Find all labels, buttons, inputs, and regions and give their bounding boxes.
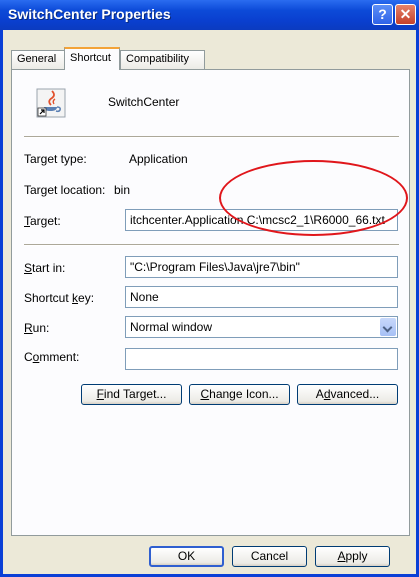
window-title: SwitchCenter Properties — [8, 6, 171, 22]
target-type-label: Target type: — [24, 152, 87, 166]
properties-window: SwitchCenter Properties ? ✕ General Shor… — [0, 0, 419, 577]
tab-general-label: General — [17, 53, 57, 65]
ok-button[interactable]: OK — [149, 546, 224, 567]
red-annotation-circle — [219, 160, 408, 236]
run-select[interactable]: Normal window — [125, 316, 398, 338]
help-button[interactable]: ? — [372, 4, 393, 25]
target-location-label: Target location: — [24, 183, 106, 197]
start-in-field-text: "C:\Program Files\Java\jre7\bin" — [130, 260, 300, 274]
shortcut-key-field[interactable]: None — [125, 286, 398, 308]
run-select-value: Normal window — [130, 320, 213, 334]
shortcut-key-field-text: None — [130, 290, 159, 304]
run-label: Run: — [24, 321, 50, 335]
divider — [24, 136, 399, 138]
change-icon-button[interactable]: Change Icon... — [189, 384, 290, 405]
find-target-button[interactable]: Find Target... — [81, 384, 182, 405]
comment-field[interactable] — [125, 348, 398, 370]
advanced-button[interactable]: Advanced... — [297, 384, 398, 405]
help-icon: ? — [378, 6, 387, 22]
apply-button[interactable]: Apply — [315, 546, 390, 567]
tab-compatibility[interactable]: Compatibility — [120, 50, 205, 69]
tab-shortcut[interactable]: Shortcut — [64, 47, 120, 70]
shortcut-panel: SwitchCenter Target type: Application Ta… — [11, 69, 410, 536]
tab-compatibility-label: Compatibility — [126, 53, 189, 65]
target-type-value: Application — [129, 152, 188, 166]
app-name: SwitchCenter — [108, 95, 180, 109]
tab-general[interactable]: General — [11, 50, 65, 69]
comment-label: Comment: — [24, 350, 80, 364]
divider — [24, 244, 399, 246]
target-label: Target: — [24, 214, 61, 228]
close-button[interactable]: ✕ — [395, 4, 416, 25]
cancel-button[interactable]: Cancel — [232, 546, 307, 567]
dialog-body: General Shortcut Compatibility SwitchCen… — [3, 30, 416, 574]
ok-label: OK — [177, 549, 196, 563]
target-location-value: bin — [114, 183, 131, 197]
tab-shortcut-label: Shortcut — [70, 52, 111, 64]
chevron-down-icon[interactable] — [380, 318, 396, 336]
start-in-label: Start in: — [24, 261, 66, 275]
start-in-field[interactable]: "C:\Program Files\Java\jre7\bin" — [125, 256, 398, 278]
title-bar[interactable]: SwitchCenter Properties ? ✕ — [0, 0, 419, 30]
java-app-icon — [36, 88, 66, 118]
shortcut-key-label: Shortcut key: — [24, 291, 95, 305]
cancel-label: Cancel — [250, 549, 289, 563]
close-icon: ✕ — [399, 6, 412, 22]
